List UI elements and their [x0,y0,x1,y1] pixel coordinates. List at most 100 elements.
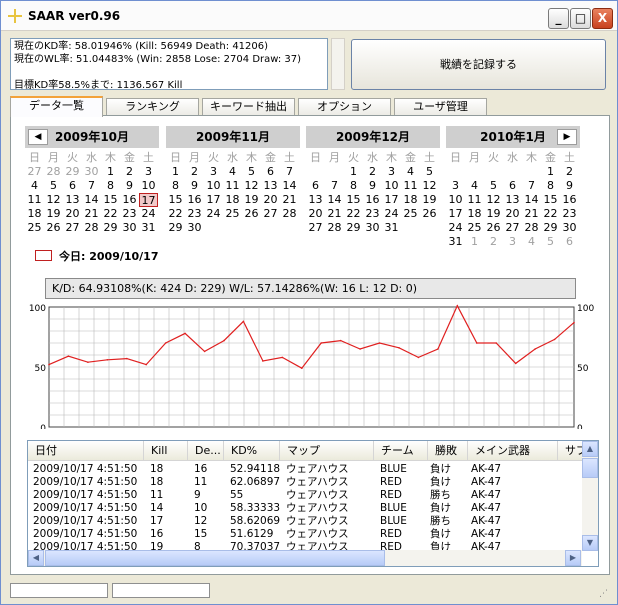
calendar-day[interactable]: 26 [44,221,63,235]
title-bar[interactable]: SAAR ver0.96 _ □ X [1,1,617,31]
calendar-day[interactable]: 19 [484,207,503,221]
calendar-day[interactable]: 1 [465,235,484,249]
column-header[interactable]: メイン武器 [468,441,558,461]
table-row[interactable]: 2009/10/17 4:51:50 17 12 58.62069 ウェアハウス BLUE… [28,515,583,528]
calendar-day[interactable]: 18 [223,193,242,207]
calendar-day[interactable]: 23 [185,207,204,221]
calendar-day[interactable]: 8 [166,179,185,193]
calendar-day[interactable]: 2 [185,165,204,179]
tab-options[interactable]: オプション [298,98,391,116]
calendar-day[interactable]: 13 [261,179,280,193]
scroll-thumb[interactable] [582,458,598,478]
calendar-day[interactable]: 3 [503,235,522,249]
calendar-day[interactable]: 30 [560,221,579,235]
calendar-day[interactable]: 6 [261,165,280,179]
tab-data-list[interactable]: データ一覧 [10,96,103,117]
calendar-day[interactable]: 9 [120,179,139,193]
column-header[interactable]: マップ [280,441,374,461]
calendar-day[interactable]: 17 [139,193,158,207]
calendar-day[interactable]: 30 [185,221,204,235]
calendar-day[interactable]: 28 [82,221,101,235]
table-row[interactable]: 2009/10/17 4:51:50 11 9 55 ウェアハウス RED 勝ち AK-47 [28,489,583,502]
resize-grip-icon[interactable]: ⋰ [599,589,611,601]
calendar-day[interactable]: 26 [420,207,439,221]
calendar-day[interactable]: 10 [139,179,158,193]
calendar-day[interactable]: 5 [44,179,63,193]
calendar-day[interactable]: 20 [261,193,280,207]
calendar-day[interactable]: 21 [522,207,541,221]
calendar-day[interactable]: 16 [363,193,382,207]
calendar-day[interactable]: 21 [82,207,101,221]
calendar-day[interactable]: 4 [223,165,242,179]
calendar-day[interactable]: 7 [82,179,101,193]
calendar-day[interactable]: 28 [522,221,541,235]
calendar-day[interactable]: 4 [522,235,541,249]
column-header[interactable]: Kill [144,441,188,461]
table-row[interactable]: 2009/10/17 4:51:50 16 15 51.6129 ウェアハウス RED 負け… [28,528,583,541]
calendar-day[interactable]: 26 [484,221,503,235]
calendar-day[interactable]: 27 [63,221,82,235]
calendar-day[interactable]: 12 [484,193,503,207]
scroll-left-icon[interactable]: ◀ [28,550,44,566]
calendar-day[interactable]: 15 [541,193,560,207]
tab-ranking[interactable]: ランキング [106,98,199,116]
calendar-day[interactable]: 17 [446,207,465,221]
column-header[interactable]: 勝敗 [428,441,468,461]
calendar-day[interactable]: 1 [101,165,120,179]
calendar-day[interactable]: 1 [344,165,363,179]
calendar-day[interactable]: 25 [401,207,420,221]
calendar-day[interactable]: 13 [63,193,82,207]
calendar-day[interactable]: 22 [541,207,560,221]
calendar-day[interactable]: 5 [242,165,261,179]
calendar-day[interactable]: 28 [44,165,63,179]
prev-month-button[interactable]: ◀ [28,129,48,145]
calendar-day[interactable]: 5 [541,235,560,249]
calendar-day[interactable]: 10 [382,179,401,193]
calendar-day[interactable]: 1 [541,165,560,179]
calendar-day[interactable]: 14 [280,179,299,193]
calendar-day[interactable]: 24 [382,207,401,221]
scroll-right-icon[interactable]: ▶ [565,550,581,566]
column-header[interactable]: 日付 [28,441,144,461]
calendar-day[interactable]: 19 [420,193,439,207]
calendar-day[interactable]: 29 [101,221,120,235]
calendar-day[interactable]: 11 [401,179,420,193]
results-list[interactable]: 日付 Kill De... KD% マップ チーム 勝敗 メイン武器 サブ 2009/10/17 … [27,440,599,567]
calendar-day[interactable]: 13 [306,193,325,207]
calendar-day[interactable]: 29 [63,165,82,179]
calendar-day[interactable]: 4 [25,179,44,193]
calendar-day[interactable]: 8 [344,179,363,193]
calendar-day[interactable]: 21 [325,207,344,221]
calendar-day[interactable]: 18 [401,193,420,207]
calendar-day[interactable]: 5 [484,179,503,193]
calendar-day[interactable]: 12 [44,193,63,207]
calendar-day[interactable]: 16 [560,193,579,207]
calendar-day[interactable]: 14 [522,193,541,207]
calendar-day[interactable]: 2 [363,165,382,179]
calendar-day[interactable]: 4 [465,179,484,193]
calendar-day[interactable]: 2 [120,165,139,179]
maximize-button[interactable]: □ [570,8,591,29]
calendar-day[interactable]: 23 [560,207,579,221]
calendar-day[interactable]: 9 [363,179,382,193]
calendar-day[interactable]: 1 [166,165,185,179]
calendar-day[interactable]: 4 [401,165,420,179]
table-row[interactable]: 2009/10/17 4:51:50 18 11 62.06897 ウェアハウス RED 負… [28,476,583,489]
calendar-day[interactable]: 6 [306,179,325,193]
calendar-day[interactable]: 25 [465,221,484,235]
calendar-day[interactable]: 9 [560,179,579,193]
calendar-day[interactable]: 18 [25,207,44,221]
calendar-day[interactable]: 19 [44,207,63,221]
calendar-day[interactable]: 11 [465,193,484,207]
calendar-day[interactable]: 24 [139,207,158,221]
calendar-day[interactable]: 29 [344,221,363,235]
calendar-day[interactable]: 22 [101,207,120,221]
calendar-day[interactable]: 3 [382,165,401,179]
calendar-day[interactable]: 15 [344,193,363,207]
calendar-day[interactable]: 6 [503,179,522,193]
calendar-day[interactable]: 20 [306,207,325,221]
calendar-day[interactable]: 15 [166,193,185,207]
list-horizontal-scrollbar[interactable]: ◀ ▶ [28,550,582,566]
calendar-day[interactable]: 17 [204,193,223,207]
calendar-day[interactable]: 25 [223,207,242,221]
